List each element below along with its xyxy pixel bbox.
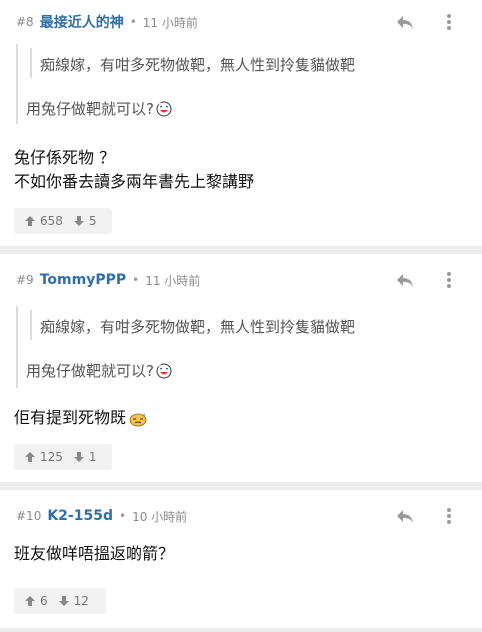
reply-icon[interactable] — [394, 505, 416, 527]
post-content: 班友做咩唔搵返啲箭？ — [14, 542, 174, 566]
post-number: #10 — [16, 509, 42, 523]
post-header: #9 TommyPPP • 11 小時前 — [16, 270, 200, 290]
upvote-button[interactable]: 658 — [24, 214, 63, 228]
upvote-button[interactable]: 125 — [24, 450, 63, 464]
downvote-count: 5 — [88, 214, 97, 228]
upvote-count: 658 — [40, 214, 63, 228]
nested-quote-text: 痴線嫁，有咁多死物做靶，無人性到拎隻貓做靶 — [40, 318, 356, 336]
upvote-button[interactable]: 6 — [24, 594, 48, 608]
upvote-arrow-icon — [25, 596, 35, 606]
content-text: 佢有提到死物既 — [14, 408, 127, 427]
post-8: #8 最接近人的神 • 11 小時前 痴線嫁，有咁多死物做靶，無人性到拎隻貓做靶… — [0, 0, 482, 246]
upvote-count: 6 — [40, 594, 48, 608]
content-line: 班友做咩唔搵返啲箭？ — [14, 544, 175, 563]
post-content: 兔仔係死物 ？ 不如你番去讀多兩年書先上黎講野 — [14, 146, 254, 194]
downvote-arrow-icon — [73, 452, 84, 462]
upvote-count: 125 — [40, 450, 63, 464]
quote-block — [16, 44, 18, 124]
downvote-button[interactable]: 1 — [73, 450, 97, 464]
post-actions — [394, 269, 460, 291]
post-time: 11 小時前 — [145, 273, 201, 288]
post-header: #8 最接近人的神 • 11 小時前 — [16, 12, 198, 32]
nested-quote-text: 痴線嫁，有咁多死物做靶，無人性到拎隻貓做靶 — [40, 56, 356, 74]
downvote-arrow-icon — [58, 596, 69, 606]
post-time: 10 小時前 — [132, 509, 188, 524]
post-header: #10 K2-155d • 10 小時前 — [16, 506, 187, 526]
sweat-emoji-icon — [128, 410, 148, 427]
separator-dot: • — [132, 273, 140, 287]
downvote-button[interactable]: 5 — [73, 214, 97, 228]
downvote-arrow-icon — [73, 216, 84, 226]
downvote-button[interactable]: 12 — [58, 594, 89, 608]
username-link[interactable]: 最接近人的神 — [40, 12, 124, 32]
content-line: 不如你番去讀多兩年書先上黎講野 — [14, 172, 255, 191]
separator-dot: • — [129, 15, 137, 29]
post-content: 佢有提到死物既 — [14, 406, 148, 430]
more-icon[interactable] — [438, 269, 460, 291]
post-actions — [394, 505, 460, 527]
nested-quote-bar — [30, 48, 32, 78]
upvote-arrow-icon — [25, 452, 35, 462]
vote-bar: 658 5 — [14, 208, 112, 234]
downvote-count: 12 — [73, 594, 89, 608]
post-actions — [394, 11, 460, 33]
downvote-count: 1 — [88, 450, 97, 464]
post-9: #9 TommyPPP • 11 小時前 痴線嫁，有咁多死物做靶，無人性到拎隻貓… — [0, 254, 482, 482]
quote-block — [16, 306, 18, 388]
content-line: 佢有提到死物既 — [14, 406, 148, 430]
more-icon[interactable] — [438, 11, 460, 33]
more-icon[interactable] — [438, 505, 460, 527]
content-line: 兔仔係死物 ？ — [14, 148, 116, 167]
quote-reply-text: 用兔仔做靶就可以? — [26, 362, 154, 380]
laughing-emoji-icon — [156, 363, 172, 379]
vote-bar: 125 1 — [14, 444, 112, 470]
username-link[interactable]: K2-155d — [47, 508, 113, 524]
upvote-arrow-icon — [25, 216, 35, 226]
post-10: #10 K2-155d • 10 小時前 班友做咩唔搵返啲箭？ 6 12 — [0, 490, 482, 628]
quote-reply: 用兔仔做靶就可以? — [26, 360, 172, 381]
quote-reply: 用兔仔做靶就可以? — [26, 98, 172, 119]
quote-reply-text: 用兔仔做靶就可以? — [26, 100, 154, 118]
separator-dot: • — [118, 509, 127, 523]
nested-quote-bar — [30, 310, 32, 340]
thread: #8 最接近人的神 • 11 小時前 痴線嫁，有咁多死物做靶，無人性到拎隻貓做靶… — [0, 0, 482, 628]
post-number: #8 — [16, 15, 34, 29]
vote-bar: 6 12 — [14, 588, 106, 614]
post-time: 11 小時前 — [142, 15, 198, 30]
reply-icon[interactable] — [394, 11, 416, 33]
reply-icon[interactable] — [394, 269, 416, 291]
laughing-emoji-icon — [156, 101, 172, 117]
username-link[interactable]: TommyPPP — [40, 272, 126, 288]
post-number: #9 — [16, 273, 34, 287]
